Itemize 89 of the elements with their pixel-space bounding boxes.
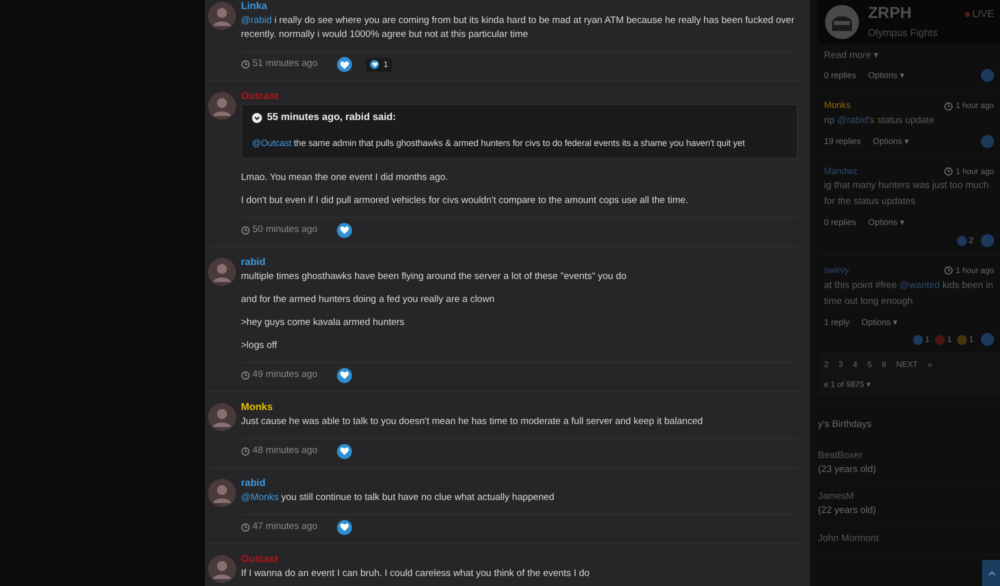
status-text: ig that many hunters was just too much for the status updates	[824, 179, 990, 210]
status-text: at this point #free @wanted kids been in time out long enough	[824, 278, 994, 308]
post-time: 51 minutes ago	[252, 57, 318, 72]
author-name[interactable]: rabid	[241, 478, 798, 490]
member-name[interactable]: BeatBoxer	[818, 448, 1000, 463]
post-text: If I wanna do an event I can bruh. I could careless what you think of the events I do	[241, 566, 591, 580]
author-name[interactable]: Outcast	[241, 91, 798, 103]
avatar	[208, 2, 236, 30]
author-name[interactable]: rabid	[241, 256, 798, 268]
heart-icon	[340, 371, 350, 379]
clock-icon	[241, 370, 250, 380]
clock-icon	[944, 167, 954, 176]
heart-icon	[370, 60, 380, 69]
page-link[interactable]: 4	[852, 359, 858, 372]
status-time: 1 hour ago	[956, 264, 994, 277]
collapse-icon[interactable]	[252, 112, 262, 122]
status-time: 1 hour ago	[956, 166, 994, 178]
page-link[interactable]: 6	[882, 359, 886, 372]
post-text: Just cause he was able to talk to you doesn't mean he has time to moderate a full server and keep it balanced	[241, 414, 704, 428]
channel-name: ZRPH	[868, 4, 912, 24]
post-text: multiple times ghosthawks have been flying around the server a lot of these "events" you do	[241, 270, 628, 284]
avatar	[208, 478, 236, 506]
post-text: and for the armed hunters doing a fed you really are a clown	[241, 292, 496, 306]
status-author[interactable]: swirvy	[824, 264, 849, 278]
clock-icon	[241, 446, 250, 456]
post-text: >hey guys come kavala armed hunters	[241, 316, 406, 330]
page-link[interactable]: NEXT	[896, 359, 918, 372]
clock-icon	[241, 226, 250, 234]
heart-icon	[340, 60, 350, 68]
clock-icon	[241, 60, 250, 69]
reaction-count: 1	[969, 334, 974, 346]
helmet-icon	[824, 4, 860, 40]
read-more-link[interactable]: Read more ▾	[818, 43, 1000, 64]
page-link[interactable]: 2	[824, 359, 828, 372]
avatar	[208, 92, 236, 120]
clock-icon	[944, 102, 954, 110]
page-link[interactable]: 5	[867, 359, 872, 372]
reaction-icon	[956, 236, 967, 246]
member-name[interactable]: JamesM	[818, 490, 1000, 504]
post-text: @Monks you still continue to talk but have no clue what actually happened	[241, 490, 556, 504]
channel-subtitle: Olympus Fights	[868, 27, 938, 41]
post-time: 50 minutes ago	[252, 222, 318, 237]
status-author[interactable]: Mandwz	[824, 164, 858, 178]
replies-link[interactable]: 19 replies	[824, 134, 861, 148]
post-text: >logs off	[241, 338, 278, 352]
member-age: (22 years old)	[818, 504, 878, 518]
quote-text: @Outcast the same admin that pulls ghosthawks & armed hunters for civs to do federal events its a shame you haven't quit yet	[252, 137, 746, 150]
clock-icon	[944, 266, 954, 276]
quote-header: 55 minutes ago, rabid said:	[267, 111, 396, 125]
live-badge: LIVE	[964, 6, 994, 22]
avatar	[208, 402, 236, 430]
post-time: 48 minutes ago	[252, 444, 318, 458]
heart-icon	[340, 523, 350, 531]
reaction-count: 1	[925, 334, 930, 346]
replies-link[interactable]: 0 replies	[824, 216, 856, 229]
options-menu[interactable]: Options ▾	[868, 216, 905, 229]
author-name[interactable]: Outcast	[241, 554, 798, 566]
reaction-count: 2	[969, 234, 974, 246]
author-name[interactable]: Monks	[241, 402, 798, 414]
replies-link[interactable]: 0 replies	[824, 69, 856, 82]
heart-icon	[340, 226, 350, 234]
post-text: @rabid i really do see where you are coming from but its kinda hard to be mad at ryan ATM because he really has been fucked over recently. normally i would 1000% agree but not at this particular time	[241, 14, 796, 42]
avatar	[208, 258, 236, 286]
post-text: I don't but even if I did pull armored vehicles for civs wouldn't compare to the amount cops use all the time.	[241, 194, 690, 208]
status-time: 1 hour ago	[956, 100, 994, 112]
status-author[interactable]: Monks	[824, 99, 851, 113]
section-title: y's Birthdays	[818, 403, 1000, 444]
post-time: 49 minutes ago	[252, 368, 318, 382]
reaction-icon	[912, 334, 923, 345]
reaction-count: 1	[947, 334, 952, 346]
member-age: (23 years old)	[818, 462, 878, 477]
reaction-icon	[934, 334, 945, 345]
caret-icon	[988, 570, 996, 576]
page-link[interactable]: »	[928, 359, 932, 372]
options-menu[interactable]: Options ▾	[872, 134, 910, 148]
post-time: 47 minutes ago	[252, 520, 318, 534]
author-name[interactable]: Linka	[241, 1, 798, 13]
reaction-count: 1	[366, 58, 392, 72]
status-text: rip @rabid's status update	[824, 114, 936, 128]
clock-icon	[241, 522, 250, 532]
heart-icon	[340, 447, 350, 455]
post-text: Lmao. You mean the one event I did months ago.	[241, 170, 450, 184]
reaction-icon	[956, 334, 967, 345]
options-menu[interactable]: Options ▾	[868, 69, 905, 82]
replies-link[interactable]: 1 reply	[824, 316, 850, 328]
avatar	[208, 554, 236, 582]
options-menu[interactable]: Options ▾	[862, 316, 898, 328]
page-link[interactable]: 3	[838, 359, 843, 372]
member-name[interactable]: John Mormont	[818, 532, 1000, 546]
